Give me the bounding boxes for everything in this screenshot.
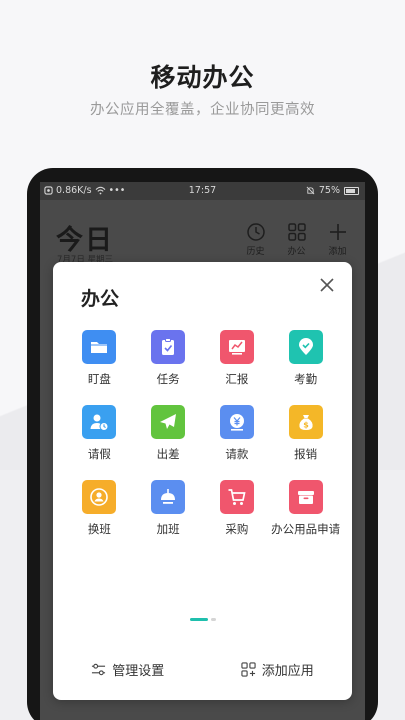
app-label: 任务	[156, 372, 180, 386]
page-indicator	[53, 618, 352, 621]
office-modal: 办公 盯盘 任务 汇报 考勤 请假 出差 请款 $ 报销 换班 加班 采购 办公…	[53, 262, 352, 700]
app-label: 采购	[225, 522, 249, 536]
app-icon-tile	[82, 330, 117, 364]
app-item-office-supplies[interactable]: 办公用品申请	[271, 480, 340, 537]
app-icon-tile	[288, 330, 323, 364]
user-clock-icon	[90, 414, 109, 431]
app-item-overtime[interactable]: 加班	[134, 480, 203, 537]
home-actions: 历史 办公 添加	[242, 222, 351, 257]
app-label: 加班	[156, 522, 180, 536]
battery-percent: 75%	[318, 185, 340, 196]
app-icon-tile	[219, 330, 254, 364]
promo-subline: 办公应用全覆盖，企业协同更高效	[90, 102, 315, 118]
modal-footer: 管理设置 添加应用	[53, 638, 352, 700]
close-icon[interactable]	[318, 276, 336, 294]
location-check-icon	[298, 338, 313, 355]
add-app-button[interactable]: 添加应用	[203, 638, 353, 700]
manage-settings-button[interactable]: 管理设置	[53, 638, 203, 700]
manage-settings-label: 管理设置	[112, 663, 165, 679]
alarm-off-icon	[306, 186, 315, 195]
app-label: 换班	[87, 522, 111, 536]
folder-icon	[91, 342, 108, 353]
app-item-dingpan[interactable]: 盯盘	[65, 330, 134, 387]
lamp-icon	[161, 489, 176, 504]
app-icon-tile: $	[288, 405, 323, 439]
clipboard-check-icon	[162, 338, 175, 355]
app-item-reimbursement[interactable]: $ 报销	[271, 405, 340, 462]
grid-icon	[287, 223, 306, 241]
app-icon-tile	[82, 480, 117, 514]
add-app-label: 添加应用	[261, 663, 314, 679]
box-icon	[297, 491, 314, 504]
app-label: 请假	[87, 447, 111, 461]
app-item-business-trip[interactable]: 出差	[134, 405, 203, 462]
app-label: 办公用品申请	[271, 522, 341, 536]
airplane-icon	[160, 414, 177, 429]
money-bag-icon: $	[298, 415, 313, 430]
add-app-icon	[241, 661, 256, 677]
app-item-attendance[interactable]: 考勤	[271, 330, 340, 387]
promo-headline: 移动办公	[150, 63, 255, 92]
yen-icon	[229, 414, 244, 431]
app-icon-tile	[288, 480, 323, 514]
modal-title: 办公	[81, 288, 120, 310]
user-swap-icon	[90, 488, 109, 506]
app-icon-tile	[151, 330, 186, 364]
app-icon-tile	[151, 480, 186, 514]
add-label: 添加	[328, 247, 347, 257]
app-icon-tile	[82, 405, 117, 439]
sliders-icon	[92, 663, 106, 675]
app-grid: 盯盘 任务 汇报 考勤 请假 出差 请款 $ 报销 换班 加班 采购 办公用品申…	[65, 330, 340, 537]
page-dot	[210, 618, 216, 621]
app-item-leave[interactable]: 请假	[65, 405, 134, 462]
battery-icon	[344, 186, 359, 195]
office-label: 办公	[287, 247, 306, 257]
clock-icon	[246, 223, 265, 241]
app-label: 出差	[156, 447, 180, 461]
history-label: 历史	[246, 247, 265, 257]
app-label: 盯盘	[87, 372, 111, 386]
app-item-shift-swap[interactable]: 换班	[65, 480, 134, 537]
app-label: 汇报	[225, 372, 249, 386]
cart-icon	[228, 489, 246, 505]
add-button[interactable]: 添加	[324, 222, 351, 257]
plus-icon	[329, 224, 346, 240]
page-dot-active	[189, 618, 208, 621]
app-label: 请款	[225, 447, 249, 461]
app-icon-tile	[219, 480, 254, 514]
app-item-report[interactable]: 汇报	[203, 330, 272, 387]
app-item-task[interactable]: 任务	[134, 330, 203, 387]
history-button[interactable]: 历史	[242, 222, 269, 257]
app-label: 考勤	[294, 372, 318, 386]
app-icon-tile	[151, 405, 186, 439]
status-bar: 0.86K/s ••• 17:57 75%	[40, 182, 365, 200]
home-title: 今日	[56, 225, 114, 256]
app-item-payment-request[interactable]: 请款	[203, 405, 272, 462]
app-item-purchase[interactable]: 采购	[203, 480, 272, 537]
app-label: 报销	[294, 447, 318, 461]
svg-text:$: $	[303, 421, 309, 430]
app-icon-tile	[219, 405, 254, 439]
chart-icon	[228, 340, 245, 355]
office-button[interactable]: 办公	[283, 222, 310, 257]
